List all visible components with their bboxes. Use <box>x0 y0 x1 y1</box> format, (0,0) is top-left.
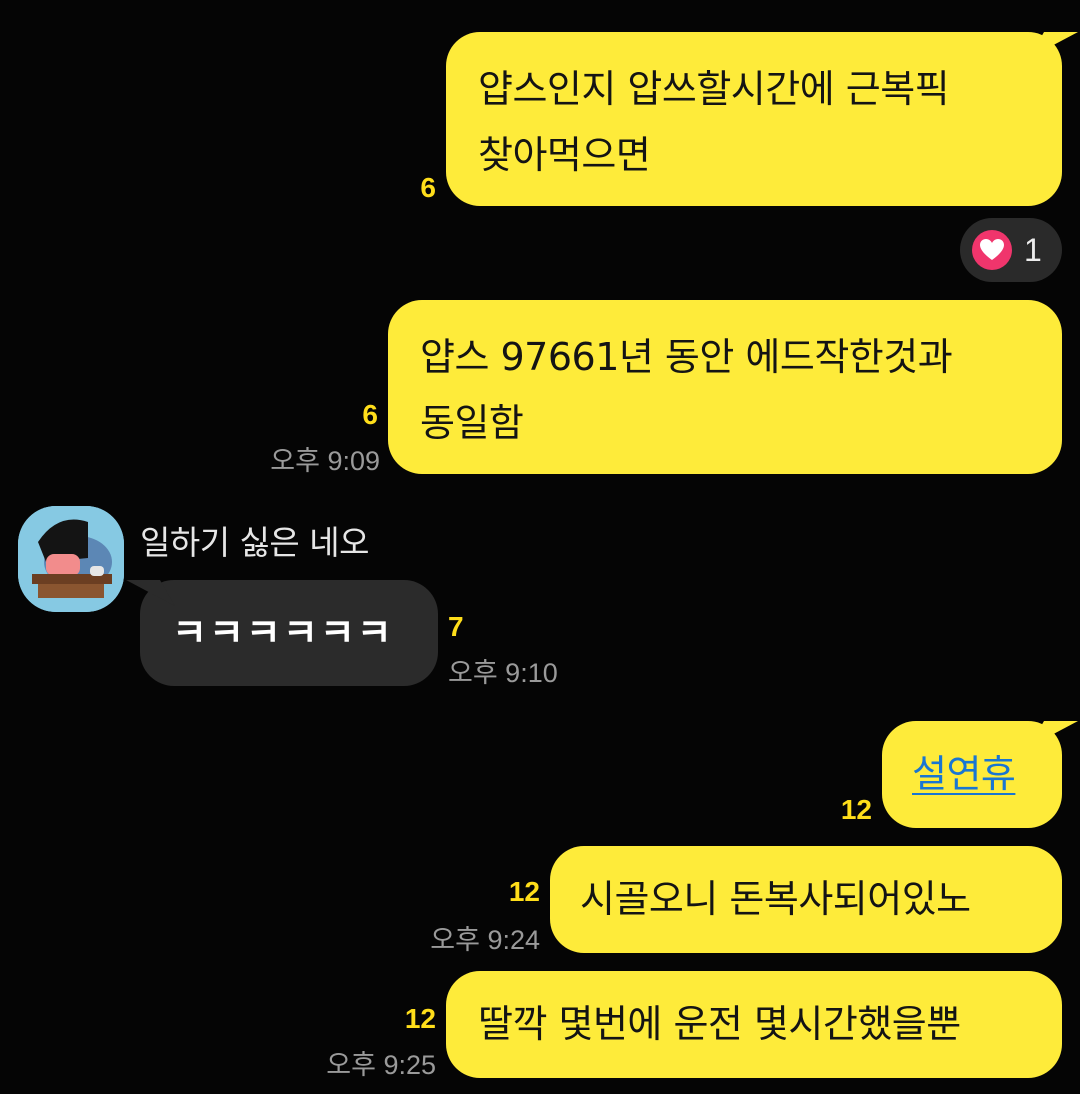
my-message-bubble[interactable]: 설연휴 <box>882 721 1062 828</box>
message-timestamp: 오후 9:09 <box>270 446 380 476</box>
message-text-line: 찾아먹으면 <box>478 133 651 177</box>
unread-count: 7 <box>448 611 464 642</box>
message-text-line: 얍스인지 압쓰할시간에 근복픽 <box>478 67 950 111</box>
message-text: 시골오니 돈복사되어있노 <box>580 877 971 921</box>
avatar[interactable] <box>18 506 124 612</box>
other-message-bubble[interactable]: ㅋㅋㅋㅋㅋㅋ <box>140 580 438 686</box>
neo-character-icon <box>18 506 124 612</box>
my-message-bubble[interactable]: 얍스인지 압쓰할시간에 근복픽 찾아먹으면 <box>446 32 1062 206</box>
unread-count: 12 <box>404 1003 436 1034</box>
unread-count: 12 <box>508 876 540 907</box>
message-text: 딸깍 몇번에 운전 몇시간했을뿐 <box>478 1002 961 1046</box>
reaction-count: 1 <box>1024 232 1042 268</box>
message-timestamp: 오후 9:24 <box>430 925 540 955</box>
message-text: ㅋㅋㅋㅋㅋㅋ <box>172 611 394 655</box>
message-text-line: 얍스 97661년 동안 에드작한것과 <box>420 335 953 379</box>
message-link[interactable]: 설연휴 <box>912 752 1016 796</box>
unread-count: 12 <box>840 794 872 825</box>
my-message-bubble[interactable]: 딸깍 몇번에 운전 몇시간했을뿐 <box>446 971 1062 1078</box>
my-message-bubble[interactable]: 시골오니 돈복사되어있노 <box>550 846 1062 953</box>
unread-count: 6 <box>420 172 436 203</box>
unread-count: 6 <box>362 399 378 430</box>
heart-icon <box>972 230 1012 270</box>
message-text-line: 동일함 <box>420 401 524 445</box>
my-message-bubble[interactable]: 얍스 97661년 동안 에드작한것과 동일함 <box>388 300 1062 474</box>
reaction-badge[interactable]: 1 <box>960 218 1062 282</box>
sender-name: 일하기 싫은 네오 <box>140 523 370 562</box>
message-timestamp: 오후 9:25 <box>326 1050 436 1080</box>
message-timestamp: 오후 9:10 <box>448 658 558 688</box>
